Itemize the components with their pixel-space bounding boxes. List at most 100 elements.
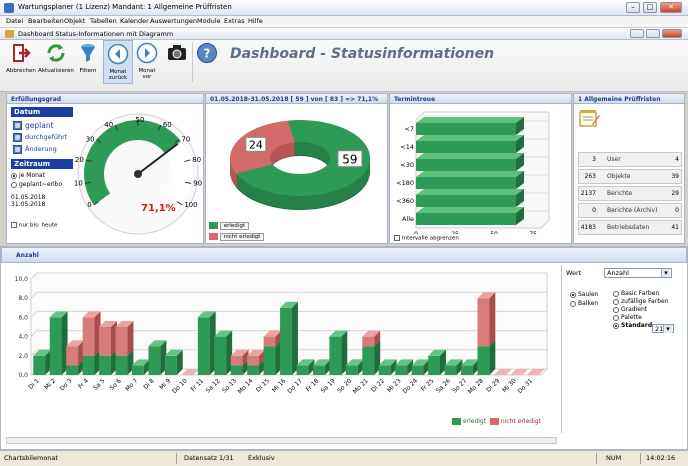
bar-legend-nicht-erledigt: nicht erledigt xyxy=(490,418,541,425)
filtern-button[interactable]: Filtern xyxy=(76,40,100,84)
wert-select[interactable]: Anzahl xyxy=(604,268,672,278)
app-icon xyxy=(4,3,14,13)
radio-gradient[interactable]: Gradient xyxy=(613,306,647,313)
radio-zufaellige-farben[interactable]: zufällige Farben xyxy=(613,298,669,305)
bar-x-tick: So 20 xyxy=(336,377,353,394)
menu-objekt[interactable]: Objekt xyxy=(64,17,85,25)
monat-zurueck-button[interactable]: Monat zurück xyxy=(103,40,133,84)
radio-saulen[interactable]: Saulen xyxy=(570,291,598,298)
bar-nicht-erledigt xyxy=(477,298,490,347)
help-button[interactable]: ? xyxy=(194,40,220,84)
bar-y-tick: 0,0 xyxy=(18,372,28,379)
bar-erledigt xyxy=(411,365,424,375)
radio-standard[interactable]: Standard xyxy=(613,322,652,329)
legend-swatch xyxy=(490,418,499,425)
bar-y-tick: 10,0 xyxy=(15,276,29,283)
bar-erledigt xyxy=(296,365,309,375)
radio-geplant[interactable]: geplant~erlbo xyxy=(11,181,73,188)
zeitraum-header: Zeitraum xyxy=(11,159,73,169)
status-separator xyxy=(640,453,641,464)
sub-maximize-button[interactable] xyxy=(646,29,660,38)
minimize-button[interactable]: – xyxy=(626,2,640,13)
donut-label-erledigt: 59 xyxy=(342,153,357,167)
gauge-tick-label: 20 xyxy=(75,156,84,164)
status-separator xyxy=(176,453,177,464)
bar-x-tick: Do 3 xyxy=(59,377,74,392)
radio-je-monat[interactable]: je Monat xyxy=(11,172,73,179)
radio-icon xyxy=(11,172,17,179)
bar-erledigt-side xyxy=(489,340,496,375)
termin-bar xyxy=(416,195,516,207)
menu-module[interactable]: Module xyxy=(197,17,221,25)
status-time: 14:02:16 xyxy=(646,454,676,462)
termin-category-label: <14 xyxy=(400,143,414,151)
status-left: Chartsbilemonat xyxy=(4,454,58,462)
aenderung-button[interactable]: ▦ Änderung xyxy=(11,143,73,155)
svg-text:?: ? xyxy=(204,47,211,61)
calendar-icon: ▦ xyxy=(13,144,22,154)
termin-bar xyxy=(416,159,516,171)
camera-button[interactable] xyxy=(164,40,190,84)
sub-minimize-button[interactable] xyxy=(630,29,644,38)
help-icon: ? xyxy=(197,43,217,63)
bar-erledigt xyxy=(263,346,276,375)
menu-bar: Datei Bearbeiten Objekt Tabellen Kalende… xyxy=(0,16,688,28)
durchgefuehrt-button[interactable]: ▦ durchgeführt xyxy=(11,131,73,143)
menu-kalender[interactable]: Kalender xyxy=(120,17,149,25)
menu-tabellen[interactable]: Tabellen xyxy=(90,17,117,25)
termin-bar-top xyxy=(416,207,524,213)
intervalle-checkbox[interactable]: Intervalle abgrenzen xyxy=(394,235,459,242)
erfuellungsgrad-panel: Datum ▦ geplant ▦ durchgeführt ▦ Änderung Z… xyxy=(6,104,204,244)
subwindow-titlebar: Dashboard Status-Informationen mit Diagr… xyxy=(0,28,688,40)
monat-vor-button[interactable]: Monat vor xyxy=(134,40,160,84)
stats-header: 1 Allgemeine Prüffristen xyxy=(573,93,685,104)
bar-x-tick: Sa 26 xyxy=(435,377,452,394)
menu-extras[interactable]: Extras xyxy=(224,17,245,25)
bar-erledigt xyxy=(99,355,111,375)
geplant-button[interactable]: ▦ geplant xyxy=(11,119,73,131)
radio-icon xyxy=(613,322,619,329)
radio-icon xyxy=(570,291,576,298)
nur-bis-heute-checkbox[interactable]: nur bis: heute xyxy=(11,222,73,229)
radio-palette[interactable]: Palette xyxy=(613,314,642,321)
palette-select[interactable]: 21 xyxy=(652,324,674,333)
aktualisieren-button[interactable]: Aktualisieren xyxy=(38,40,74,84)
stats-panel: 3 User 4 263 Objekte 39 2137 Berichte 29 0 Beri… xyxy=(573,104,685,244)
stat-row-objekte: 263 Objekte 39 xyxy=(578,169,682,184)
bar-x-tick: So 6 xyxy=(109,377,123,391)
horizontal-scrollbar[interactable] xyxy=(6,437,557,444)
termin-bar xyxy=(416,123,516,135)
termin-x-tick: 50 xyxy=(490,231,498,234)
arrow-right-icon xyxy=(136,42,158,64)
date-from: 01.05.2018 xyxy=(11,194,46,201)
radio-basic-farben[interactable]: Basic Farben xyxy=(613,290,659,297)
termin-bar xyxy=(416,177,516,189)
bar-erledigt xyxy=(428,355,440,375)
sub-close-button[interactable] xyxy=(662,29,682,38)
gauge-hub xyxy=(134,170,142,178)
bar-erledigt xyxy=(214,336,227,375)
menu-bearbeiten[interactable]: Bearbeiten xyxy=(28,17,64,25)
camera-icon xyxy=(168,45,186,60)
menu-hilfe[interactable]: Hilfe xyxy=(248,17,263,25)
radio-balken[interactable]: Balken xyxy=(570,300,598,307)
termin-x-tick: 0 xyxy=(414,231,418,234)
bar-x-tick: Mi 9 xyxy=(158,377,172,391)
bar-x-tick: So 27 xyxy=(451,377,468,394)
bar-erledigt xyxy=(477,346,490,375)
bar-erledigt xyxy=(230,365,243,375)
maximize-button[interactable]: □ xyxy=(643,2,657,13)
checkbox-icon xyxy=(394,235,400,241)
menu-auswertungen[interactable]: Auswertungen xyxy=(150,17,197,25)
bar-y-tick: 4,0 xyxy=(18,334,28,341)
bar-nicht-erledigt xyxy=(247,355,260,366)
bar-nicht-erledigt xyxy=(115,327,128,356)
gauge-tick-label: 70 xyxy=(181,135,190,143)
abbrechen-button[interactable]: Abbrechen xyxy=(6,40,36,84)
gauge-chart: 0 10 20 30 40 50 60 70 80 90 100 71,1% xyxy=(74,113,202,235)
close-button[interactable]: ✕ xyxy=(660,2,682,13)
bar-erledigt xyxy=(66,365,79,375)
gauge-value: 71,1% xyxy=(141,203,176,214)
termin-bar-top xyxy=(416,153,524,159)
menu-datei[interactable]: Datei xyxy=(6,17,23,25)
